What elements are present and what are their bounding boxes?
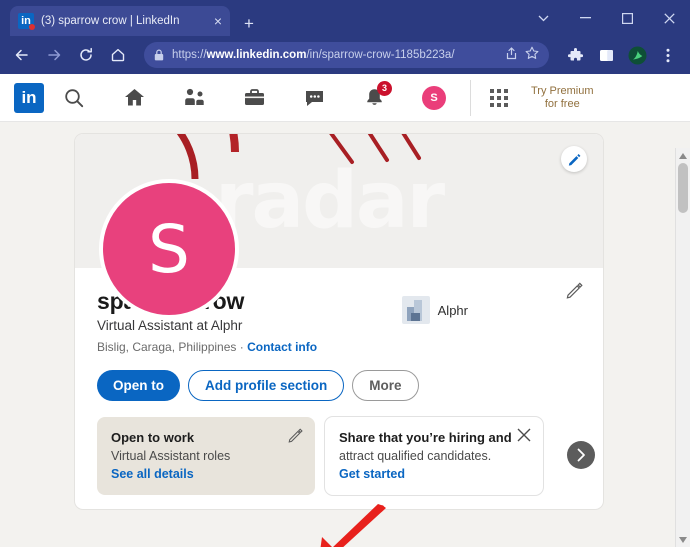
company-logo-icon (401, 296, 430, 324)
scroll-down-button[interactable] (676, 532, 690, 547)
tab-title: (3) sparrow crow | LinkedIn (41, 15, 180, 27)
pencil-icon (288, 428, 303, 443)
messaging-icon (305, 91, 323, 106)
close-window-button[interactable] (648, 0, 690, 36)
extensions-puzzle-icon[interactable] (561, 41, 589, 69)
nav-notifications-button[interactable]: 3 (344, 75, 404, 121)
more-button[interactable]: More (352, 370, 419, 401)
url-prefix: https:// (172, 49, 207, 61)
nav-jobs-button[interactable] (224, 75, 284, 121)
browser-extension-avatar-icon[interactable] (623, 41, 651, 69)
banner-watermark-text: radar (215, 156, 445, 246)
share-icon[interactable] (503, 46, 517, 65)
browser-toolbar: https://www.linkedin.com/in/sparrow-crow… (0, 36, 690, 74)
profile-avatar[interactable]: S (99, 179, 239, 319)
forward-button[interactable] (40, 41, 68, 69)
search-icon (65, 88, 84, 107)
nav-search-button[interactable] (44, 75, 104, 121)
apps-grid-icon (490, 88, 508, 107)
home-icon (124, 89, 144, 106)
toolbar-right-actions (561, 41, 682, 69)
favicon-notification-dot (29, 24, 35, 30)
nav-avatar: S (422, 85, 446, 110)
premium-line-1: Try Premium (531, 84, 594, 97)
page-scrollbar[interactable] (675, 148, 690, 547)
company-name: Alphr (437, 302, 468, 318)
my-network-icon (184, 88, 204, 105)
reload-button[interactable] (72, 41, 100, 69)
current-company[interactable]: Alphr (401, 296, 468, 324)
lock-icon (154, 49, 164, 61)
tab-close-icon[interactable]: × (214, 14, 222, 28)
minimize-button[interactable] (564, 0, 606, 36)
open-to-work-card[interactable]: Open to work Virtual Assistant roles See… (97, 417, 315, 495)
card-subtitle: attract qualified candidates. (339, 449, 492, 463)
profile-headline: Virtual Assistant at Alphr (97, 318, 243, 333)
location-separator: · (236, 340, 248, 354)
scroll-up-button[interactable] (676, 148, 690, 163)
url-path: /in/sparrow-crow-1185b223a/ (306, 49, 455, 61)
home-button[interactable] (104, 41, 132, 69)
nav-me-button[interactable]: S (404, 75, 464, 121)
bookmark-star-icon[interactable] (525, 46, 539, 65)
see-all-details-link[interactable]: See all details (111, 467, 194, 481)
url-domain: www.linkedin.com (206, 49, 307, 61)
nav-icon-group: 3 S (44, 75, 464, 121)
linkedin-logo-icon[interactable]: in (14, 82, 44, 113)
address-bar[interactable]: https://www.linkedin.com/in/sparrow-crow… (144, 42, 549, 68)
carousel-next-button[interactable] (567, 441, 595, 469)
edit-profile-button[interactable] (566, 282, 583, 304)
pencil-icon (566, 282, 583, 299)
contact-info-link[interactable]: Contact info (247, 340, 317, 354)
nav-home-button[interactable] (104, 75, 164, 121)
jobs-briefcase-icon (244, 89, 264, 105)
browser-window: in (3) sparrow crow | LinkedIn × + https… (0, 0, 690, 547)
back-button[interactable] (8, 41, 36, 69)
notifications-badge: 3 (377, 80, 392, 96)
premium-line-2: for free (544, 97, 580, 110)
profile-action-buttons: Open to Add profile section More (97, 370, 581, 401)
side-panel-icon[interactable] (592, 41, 620, 69)
nav-divider (470, 79, 471, 116)
url-text: https://www.linkedin.com/in/sparrow-crow… (172, 49, 455, 61)
nav-apps-grid-button[interactable] (477, 75, 521, 121)
try-premium-link[interactable]: Try Premium for free (521, 85, 604, 111)
new-tab-button[interactable]: + (244, 15, 254, 32)
scrollbar-thumb[interactable] (678, 163, 688, 213)
nav-messaging-button[interactable] (284, 75, 344, 121)
profile-content: radar S Alphr crow Virtual Assistant at … (0, 122, 690, 546)
linkedin-global-nav: in 3 S Try Premium for free (0, 74, 690, 122)
edit-open-to-work-button[interactable] (288, 428, 303, 448)
profile-location: Bislig, Caraga, Philippines (97, 340, 237, 354)
window-controls (522, 0, 690, 36)
add-profile-section-button[interactable]: Add profile section (188, 370, 345, 401)
profile-cards-carousel: Open to work Virtual Assistant roles See… (97, 417, 595, 495)
open-to-button[interactable]: Open to (97, 370, 180, 401)
profile-card: radar S Alphr crow Virtual Assistant at … (75, 134, 603, 509)
tab-search-chevron-icon[interactable] (522, 0, 564, 36)
title-bar: in (3) sparrow crow | LinkedIn × + (0, 0, 690, 36)
edit-banner-button[interactable] (561, 146, 587, 172)
card-title: Share that you’re hiring and (339, 430, 512, 445)
linkedin-favicon-icon: in (18, 13, 35, 30)
chevron-right-icon (577, 448, 585, 462)
profile-location-row: Bislig, Caraga, Philippines · Contact in… (97, 340, 581, 354)
browser-menu-icon[interactable] (654, 41, 682, 69)
browser-tab[interactable]: in (3) sparrow crow | LinkedIn × (10, 6, 230, 36)
get-started-link[interactable]: Get started (339, 467, 405, 481)
card-title: Open to work (111, 430, 195, 445)
hiring-promo-card[interactable]: Share that you’re hiring and attract qua… (325, 417, 543, 495)
card-subtitle: Virtual Assistant roles (111, 449, 231, 463)
pencil-icon (568, 153, 580, 166)
maximize-button[interactable] (606, 0, 648, 36)
nav-network-button[interactable] (164, 75, 224, 121)
dismiss-card-button[interactable] (517, 428, 531, 447)
page-viewport: in 3 S Try Premium for free radar S Alph… (0, 74, 690, 547)
close-icon (517, 428, 531, 442)
